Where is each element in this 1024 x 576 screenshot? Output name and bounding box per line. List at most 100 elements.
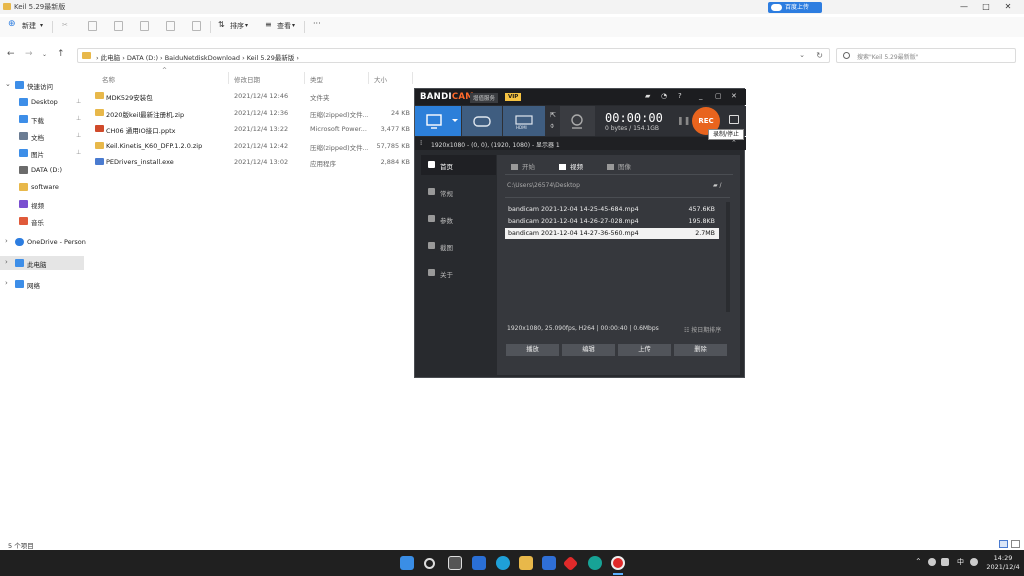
chevron-up-icon[interactable]: ⌃ — [731, 139, 737, 147]
vip-badge[interactable]: VIP — [505, 93, 522, 101]
sidebar-item-this-pc[interactable]: › 此电脑 — [0, 256, 84, 270]
tab-start[interactable]: 开始 — [511, 161, 535, 171]
file-row[interactable]: Keil.Kinetis_K60_DFP.1.2.0.zip 2021/12/4 … — [90, 138, 420, 154]
paste-icon[interactable] — [114, 21, 123, 31]
pause-icon[interactable]: ❚❚ — [677, 116, 690, 125]
bandicam-nav-item[interactable]: 截图 — [421, 236, 496, 256]
sidebar-item[interactable]: 下载 ⊥ — [0, 112, 84, 126]
sidebar-item-onedrive[interactable]: › OneDrive - Person — [0, 235, 86, 249]
sidebar-item[interactable]: DATA (D:) — [0, 163, 84, 177]
cloud-icon[interactable] — [928, 558, 936, 566]
sidebar-item[interactable]: 视频 — [0, 197, 84, 211]
recording-row[interactable]: bandicam 2021-12-04 14-26-27-028.mp4 195.… — [505, 216, 719, 227]
upload-button[interactable]: 上传 — [618, 344, 671, 356]
webcam-button[interactable] — [560, 106, 595, 136]
new-button[interactable]: 新建 — [22, 21, 36, 31]
bandicam-nav-item[interactable]: 首页 — [421, 155, 496, 175]
task-view-icon[interactable] — [448, 556, 462, 570]
edge-icon[interactable] — [496, 556, 510, 570]
input-language[interactable]: 中 — [957, 557, 964, 567]
sidebar-item-network[interactable]: › 网络 — [0, 277, 84, 291]
bandicam-nav-item[interactable]: 常规 — [421, 182, 496, 202]
game-mode-button[interactable] — [462, 106, 502, 136]
forward-arrow-icon[interactable]: → — [25, 49, 33, 59]
maximize-button[interactable]: □ — [976, 2, 996, 11]
delete-icon[interactable] — [192, 21, 201, 31]
start-icon[interactable] — [400, 556, 414, 570]
column-header-date[interactable]: 修改日期 — [234, 74, 260, 84]
clock-icon[interactable]: ◔ — [661, 92, 667, 100]
breadcrumb[interactable]: › 此电脑 › DATA (D:) › BaiduNetdiskDownload… — [96, 52, 299, 62]
sidebar-item[interactable]: 文档 ⊥ — [0, 129, 84, 143]
battery-icon[interactable] — [941, 558, 949, 566]
close-button[interactable]: ✕ — [731, 92, 737, 100]
scrollbar[interactable] — [726, 202, 730, 312]
file-row[interactable]: 2020版keil最新注册机.zip 2021/12/4 12:36 压缩(zipp… — [90, 105, 420, 121]
sidebar-item[interactable]: software — [0, 180, 84, 194]
refresh-icon[interactable]: ↻ — [816, 51, 823, 60]
search-input[interactable]: 搜索"Keil 5.29最新版" — [836, 48, 1016, 63]
file-row[interactable]: PEDrivers_install.exe 2021/12/4 13:02 应用程序… — [90, 154, 420, 170]
bandicam-taskbar-icon[interactable] — [611, 556, 625, 570]
sidebar-item-quick-access[interactable]: ⌄ 快速访问 — [0, 78, 84, 92]
file-date: 2021/12/4 12:36 — [234, 108, 289, 117]
column-header-size[interactable]: 大小 — [374, 74, 387, 84]
sidebar-item[interactable]: 音乐 — [0, 214, 84, 228]
play-button[interactable]: 播放 — [506, 344, 559, 356]
rename-icon[interactable] — [140, 21, 149, 31]
restore-button[interactable]: ▢ — [715, 92, 722, 100]
tiles-view-icon[interactable] — [1011, 540, 1020, 548]
up-arrow-icon[interactable]: ↑ — [57, 49, 65, 59]
baidu-upload-button[interactable]: 百度上传 — [768, 2, 822, 13]
column-header-name[interactable]: 名称 — [102, 74, 115, 84]
widgets-icon[interactable] — [472, 556, 486, 570]
recording-row[interactable]: bandicam 2021-12-04 14-25-45-684.mp4 457.… — [505, 204, 719, 215]
baidu-netdisk-icon[interactable] — [588, 556, 602, 570]
camera-icon[interactable] — [729, 115, 739, 124]
store-icon[interactable] — [542, 556, 556, 570]
minimize-button[interactable]: _ — [699, 92, 703, 100]
chevron-down-icon[interactable]: ⌄ — [42, 51, 47, 58]
details-view-icon[interactable] — [999, 540, 1008, 548]
buy-button[interactable]: 增值服务 — [470, 93, 499, 103]
app-red-icon[interactable] — [562, 555, 579, 572]
address-bar[interactable]: › 此电脑 › DATA (D:) › BaiduNetdiskDownload… — [77, 48, 830, 63]
sidebar-item[interactable]: Desktop ⊥ — [0, 95, 84, 109]
microphone-icon[interactable]: ⌽ — [550, 122, 554, 131]
sort-by-date-button[interactable]: ☷ 按日期排序 — [684, 325, 721, 334]
chevron-up-icon[interactable]: ⌃ — [915, 557, 922, 566]
sort-button[interactable]: 排序 — [230, 21, 244, 31]
more-button[interactable]: ··· — [313, 19, 321, 28]
wifi-icon[interactable] — [970, 558, 978, 566]
share-icon[interactable] — [166, 21, 175, 31]
file-row[interactable]: MDK529安装包 2021/12/4 12:46 文件夹 — [90, 88, 420, 104]
bandicam-nav-item[interactable]: 参数 — [421, 209, 496, 229]
sidebar-item-label: 此电脑 — [27, 261, 47, 269]
recording-row[interactable]: bandicam 2021-12-04 14-27-36-560.mp4 2.7M… — [505, 228, 719, 239]
webcam-icon — [571, 114, 583, 129]
minimize-button[interactable]: — — [954, 2, 974, 11]
sidebar-item[interactable]: 图片 ⊥ — [0, 146, 84, 160]
column-header-type[interactable]: 类型 — [310, 74, 323, 84]
chevron-down-icon[interactable]: ⌄ — [799, 51, 805, 59]
screen-mode-button[interactable] — [415, 106, 461, 136]
help-icon[interactable]: ? — [678, 92, 682, 100]
bandicam-nav-item[interactable]: 关于 — [421, 263, 496, 283]
copy-icon[interactable] — [88, 21, 97, 31]
close-button[interactable]: ✕ — [998, 2, 1018, 11]
edit-button[interactable]: 编辑 — [562, 344, 615, 356]
cut-icon[interactable]: ✂ — [62, 21, 68, 29]
tab-video[interactable]: 视频 — [559, 161, 583, 171]
open-folder-icon[interactable]: ▰ / — [713, 182, 722, 189]
tab-image[interactable]: 图像 — [607, 161, 631, 171]
view-button[interactable]: 查看 — [277, 21, 291, 31]
cursor-icon[interactable]: ⇱ — [550, 111, 556, 119]
delete-button[interactable]: 删除 — [674, 344, 727, 356]
back-arrow-icon[interactable]: ← — [7, 49, 15, 59]
folder-icon[interactable]: ▰ — [645, 92, 650, 100]
clock[interactable]: 14:29 2021/12/4 — [986, 554, 1020, 572]
file-explorer-icon[interactable] — [519, 556, 533, 570]
file-row[interactable]: CH06 通用IO接口.pptx 2021/12/4 13:22 Microsoft… — [90, 121, 420, 137]
search-icon[interactable] — [424, 558, 435, 569]
device-mode-button[interactable]: HDMI — [503, 106, 545, 136]
